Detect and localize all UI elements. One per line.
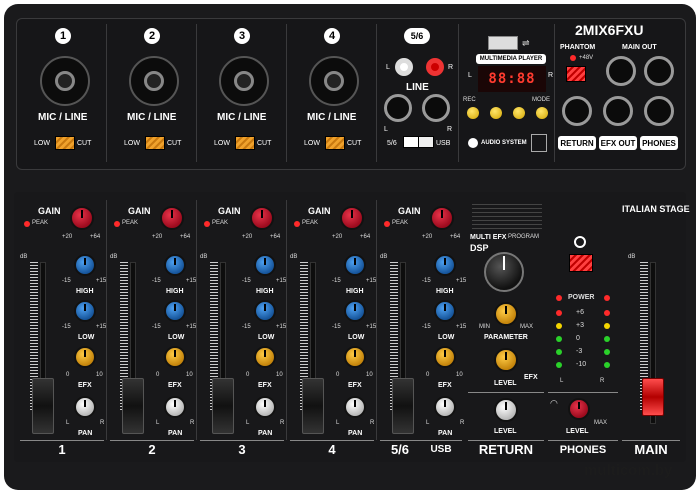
main-bottom-label: MAIN — [622, 440, 680, 459]
return-bottom-label: RETURN — [468, 440, 544, 459]
channel-bottom-label: 2 — [110, 440, 194, 459]
channel-bottom-label: 1 — [20, 440, 104, 459]
bottom-labels: 1 2 3 4 5/6 USB RETURN PHONES MAIN — [0, 0, 700, 494]
channel-bottom-label: 4 — [290, 440, 374, 459]
usb-bottom-label: USB — [420, 440, 462, 459]
channel-bottom-label: 3 — [200, 440, 284, 459]
phones-bottom-label: PHONES — [548, 440, 618, 459]
channel-bottom-label: 5/6 — [380, 440, 420, 459]
watermark: multicom.by — [584, 462, 673, 479]
